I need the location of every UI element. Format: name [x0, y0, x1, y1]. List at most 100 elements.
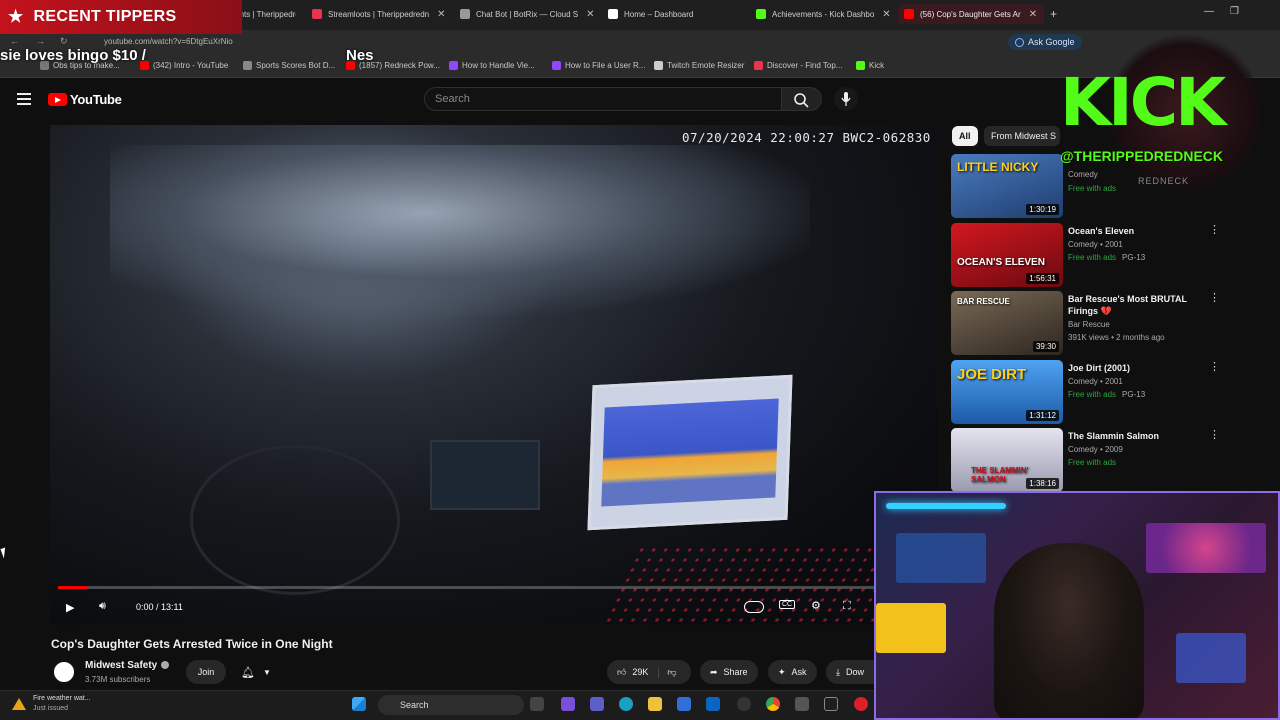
more-options-icon[interactable]: ⋮ — [1209, 291, 1220, 304]
video-frame-dash-screen — [430, 440, 540, 510]
voice-search-button[interactable] — [834, 87, 858, 111]
video-thumbnail[interactable]: BAR RESCUE 39:30 — [951, 291, 1063, 355]
webcam-overlay — [874, 491, 1280, 720]
video-progress-bar[interactable] — [58, 586, 876, 589]
windows-start-icon[interactable] — [352, 697, 366, 711]
like-button[interactable]: 👍︎ 29K 👎︎ — [607, 660, 691, 684]
bookmark-item[interactable]: Sports Scores Bot D... — [243, 61, 335, 70]
edge-icon[interactable] — [619, 697, 633, 711]
close-icon[interactable]: ✕ — [437, 9, 445, 20]
globe-icon — [243, 61, 252, 70]
channel-name[interactable]: Midwest Safety — [85, 660, 170, 671]
bookmark-item[interactable]: Kick — [856, 61, 884, 70]
download-button[interactable]: ⤓ Dow — [826, 660, 874, 684]
new-tab-icon[interactable]: + — [1050, 7, 1057, 21]
store-icon[interactable] — [677, 697, 691, 711]
fullscreen-icon[interactable]: ⛶ — [843, 600, 851, 613]
bookmark-item[interactable]: Discover - Find Top... — [754, 61, 842, 70]
play-button[interactable]: ▶ — [66, 601, 74, 614]
recommendation-title[interactable]: Bar Rescue's Most BRUTAL Firings 💔 — [1068, 293, 1208, 317]
captions-icon[interactable]: CC — [779, 600, 796, 609]
task-view-icon[interactable] — [530, 697, 544, 711]
chip-from-channel[interactable]: From Midwest S — [984, 126, 1060, 146]
bookmark-item[interactable]: How to File a User R... — [552, 61, 645, 70]
video-thumbnail[interactable]: LITTLE NICKY 1:30:19 — [951, 154, 1063, 218]
video-player[interactable] — [50, 125, 938, 625]
browser-tab-active[interactable]: (56) Cop's Daughter Gets Ar ✕ — [898, 4, 1044, 24]
copilot-icon[interactable] — [561, 697, 575, 711]
twitch-icon — [552, 61, 561, 70]
bookmark-item[interactable]: Twitch Emote Resizer — [654, 61, 744, 70]
progress-fill — [58, 586, 87, 589]
bookmark-item[interactable]: (342) Intro - YouTube — [140, 61, 228, 70]
kick-icon — [856, 61, 865, 70]
join-button[interactable]: Join — [186, 660, 226, 684]
thumbs-up-icon: 👍︎ — [617, 666, 627, 677]
recommendation-title[interactable]: Joe Dirt (2001) — [1068, 362, 1208, 374]
recommendation-title[interactable]: The Slammin Salmon — [1068, 430, 1208, 442]
taskbar-search[interactable]: Search — [378, 695, 524, 715]
close-icon[interactable]: ✕ — [586, 9, 594, 20]
terminal-icon[interactable] — [824, 697, 838, 711]
more-options-icon[interactable]: ⋮ — [1209, 223, 1220, 236]
recommendation-item[interactable]: OCEAN'S ELEVEN 1:56:31 Ocean's Eleven Com… — [951, 223, 1231, 287]
chip-all[interactable]: All — [952, 126, 978, 146]
url-field[interactable]: youtube.com/watch?v=6DtgEuXrNio — [104, 37, 233, 46]
chrome-icon[interactable] — [766, 697, 780, 711]
bookmark-icon — [754, 61, 763, 70]
channel-avatar[interactable] — [51, 659, 77, 685]
close-icon[interactable]: ✕ — [882, 9, 890, 20]
search-button[interactable] — [782, 87, 822, 111]
app-icon[interactable] — [795, 697, 809, 711]
mouse-cursor — [0, 547, 9, 559]
tab-favicon-icon — [756, 9, 766, 19]
tab-favicon-icon — [312, 9, 322, 19]
video-thumbnail[interactable]: THE SLAMMIN' SALMON 1:38:16 — [951, 428, 1063, 492]
time-display: 0:00 / 13:11 — [136, 602, 183, 612]
video-thumbnail[interactable]: OCEAN'S ELEVEN 1:56:31 — [951, 223, 1063, 287]
teams-icon[interactable] — [590, 697, 604, 711]
youtube-logo[interactable]: YouTube — [48, 92, 122, 107]
recommendation-item[interactable]: THE SLAMMIN' SALMON 1:38:16 The Slammin S… — [951, 428, 1231, 492]
close-icon[interactable]: ✕ — [1029, 9, 1037, 20]
volume-icon[interactable]: 🔊︎ — [99, 600, 106, 613]
bookmark-item[interactable]: How to Handle Vie... — [449, 61, 535, 70]
search-input[interactable]: Search — [424, 87, 782, 111]
subscriber-count: 3.73M subscribers — [85, 675, 151, 684]
app-icon[interactable] — [854, 697, 868, 711]
more-options-icon[interactable]: ⋮ — [1209, 360, 1220, 373]
share-button[interactable]: ➦ Share — [700, 660, 758, 684]
outlook-icon[interactable] — [706, 697, 720, 711]
notification-bell-button[interactable]: 🔔︎ ▼ — [232, 660, 280, 684]
kick-sub-label: REDNECK — [1138, 176, 1190, 186]
file-explorer-icon[interactable] — [648, 697, 662, 711]
forward-icon[interactable]: → — [36, 36, 45, 46]
reload-icon[interactable]: ↻ — [60, 36, 68, 47]
verified-icon — [161, 661, 170, 669]
tipper-ticker-text: Nes — [346, 47, 374, 64]
browser-tab[interactable]: Chat Bot | BotRix — Cloud S ✕ — [460, 4, 596, 24]
recommendation-item[interactable]: JOE DIRT 1:31:12 Joe Dirt (2001) Comedy •… — [951, 360, 1231, 424]
browser-tab[interactable]: Achievements - Kick Dashbo ✕ — [756, 4, 896, 24]
minimize-icon[interactable]: — — [1204, 6, 1214, 17]
share-icon: ➦ — [710, 666, 718, 677]
recommendation-item[interactable]: BAR RESCUE 39:30 Bar Rescue's Most BRUTAL… — [951, 291, 1231, 355]
more-options-icon[interactable]: ⋮ — [1209, 428, 1220, 441]
browser-tab[interactable]: Home – Dashboard✕ — [608, 4, 744, 24]
tipper-ticker-text: sie loves bingo $10 / — [0, 47, 146, 64]
obs-icon[interactable] — [737, 697, 751, 711]
video-thumbnail[interactable]: JOE DIRT 1:31:12 — [951, 360, 1063, 424]
bell-icon: 🔔︎ — [241, 666, 256, 679]
microphone-icon — [841, 92, 851, 106]
menu-icon[interactable] — [17, 93, 31, 105]
ask-button[interactable]: ✦ Ask — [768, 660, 817, 684]
browser-tab[interactable]: Streamloots | Therippedredn ✕ — [312, 4, 448, 24]
settings-gear-icon[interactable]: ⚙ — [811, 599, 821, 612]
maximize-icon[interactable]: ❐ — [1230, 6, 1239, 17]
back-icon[interactable]: ← — [10, 36, 19, 46]
autoplay-toggle[interactable] — [744, 601, 764, 613]
recommendation-title[interactable]: Ocean's Eleven — [1068, 225, 1208, 237]
weather-notification[interactable]: Fire weather wat... Just issued — [12, 694, 91, 714]
video-frame-laptop — [587, 374, 793, 531]
thumbs-down-icon[interactable]: 👎︎ — [658, 666, 677, 678]
